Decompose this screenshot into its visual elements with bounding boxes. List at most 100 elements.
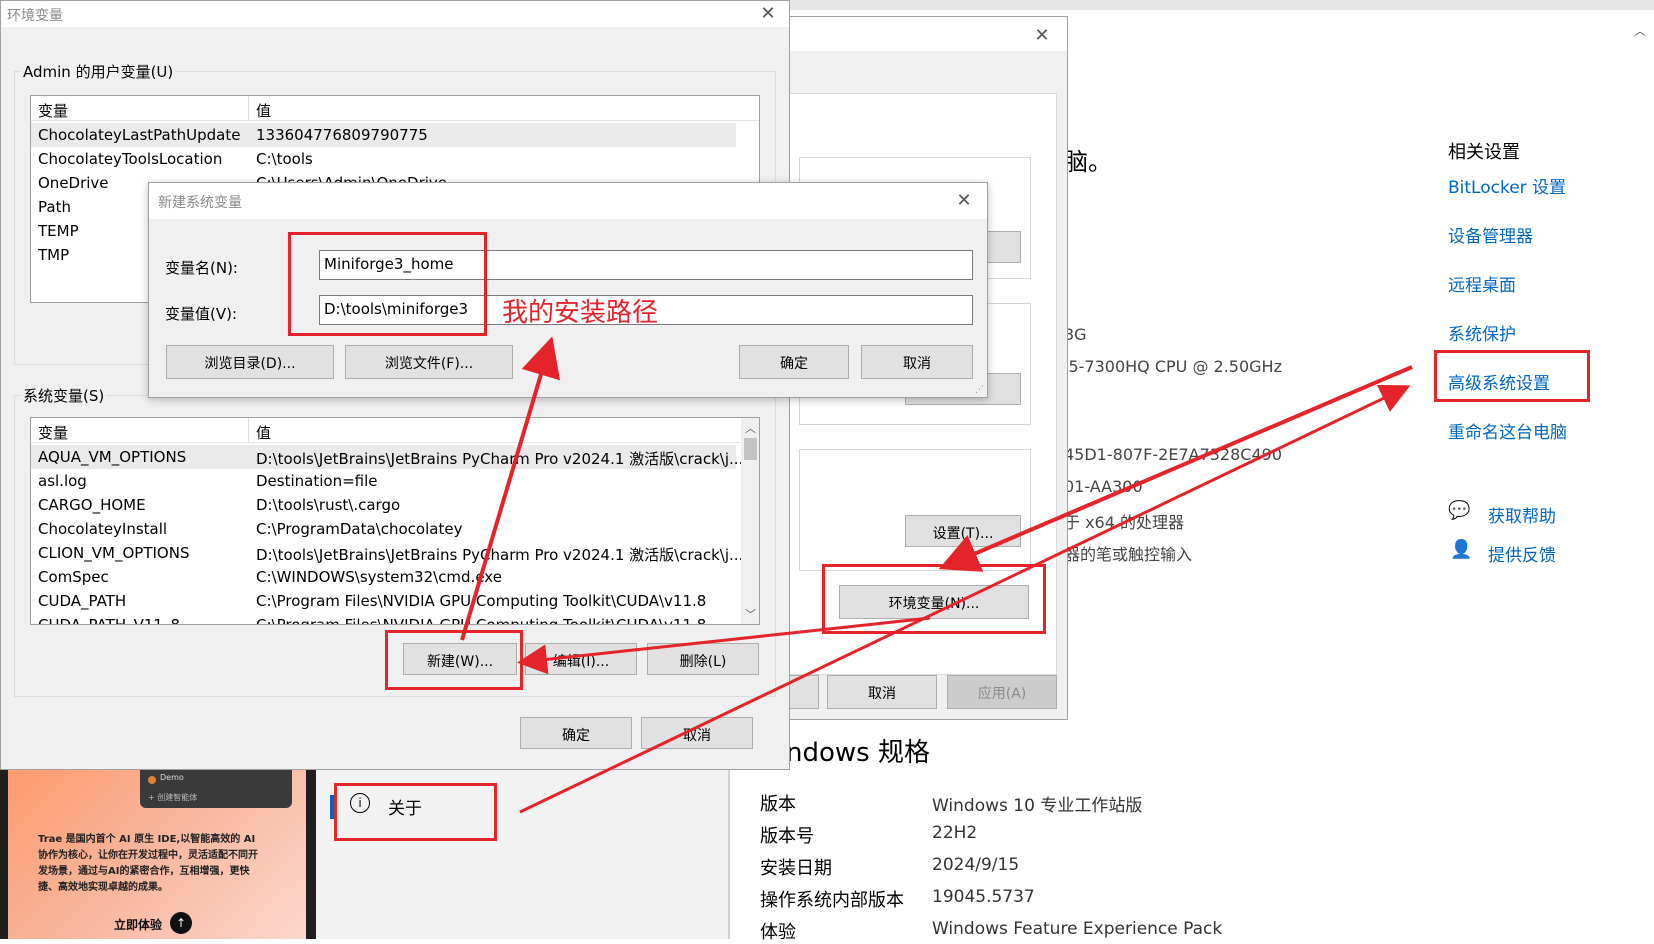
- startup-settings-button[interactable]: 设置(T)...: [905, 515, 1021, 547]
- cpu-value: i5-7300HQ CPU @ 2.50GHz: [1064, 357, 1282, 376]
- user-vars-group-label: Admin 的用户变量(U): [21, 61, 176, 82]
- demo-badge-text: Demo: [160, 773, 184, 782]
- demo-badge-dot: [148, 776, 156, 784]
- table-row[interactable]: asl.log Destination=file: [31, 469, 736, 493]
- feedback-link[interactable]: 提供反馈: [1488, 541, 1556, 566]
- annotation-box-about: [334, 783, 497, 841]
- var-value: C:\Program Files\NVIDIA GPU Computing To…: [256, 616, 707, 625]
- browse-directory-button[interactable]: 浏览目录(D)...: [166, 345, 334, 379]
- env-title: 环境变量: [7, 8, 63, 24]
- trae-ad-cta[interactable]: 立即体验 ↑: [112, 912, 194, 936]
- var-name: asl.log: [38, 472, 87, 490]
- system-protection-link[interactable]: 系统保护: [1448, 320, 1516, 345]
- install-path-note: 我的安装路径: [502, 298, 659, 328]
- var-name: OneDrive: [38, 174, 109, 192]
- env-titlebar: [1, 1, 789, 27]
- top-scrollbar-track: [790, 0, 1654, 10]
- close-icon[interactable]: ✕: [757, 3, 779, 25]
- table-row[interactable]: CUDA_PATH_V11_8 C:\Program Files\NVIDIA …: [31, 613, 736, 625]
- bitlocker-link[interactable]: BitLocker 设置: [1448, 173, 1566, 198]
- table-row[interactable]: ChocolateyToolsLocation C:\tools: [31, 147, 736, 171]
- system-vars-list[interactable]: 变量 值 AQUA_VM_OPTIONS D:\tools\JetBrains\…: [30, 417, 760, 625]
- var-name: ChocolateyInstall: [38, 520, 168, 538]
- var-value: 133604776809790775: [256, 126, 428, 144]
- delete-variable-button[interactable]: 删除(L): [647, 643, 759, 675]
- table-row[interactable]: ChocolateyLastPathUpdate 133604776809790…: [31, 123, 736, 147]
- var-value-label: 变量值(V):: [165, 305, 238, 323]
- spec-version-label: 版本号: [760, 826, 814, 847]
- col-separator: [248, 96, 249, 120]
- annotation-box-new-button: [385, 630, 523, 690]
- pen-touch-value: 器的笔或触控输入: [1064, 545, 1193, 564]
- var-name: ComSpec: [38, 568, 109, 586]
- spec-edition-value: Windows 10 专业工作站版: [932, 796, 1143, 816]
- user-vars-header: 变量 值: [31, 96, 759, 121]
- edit-variable-button[interactable]: 编辑(I)...: [525, 643, 637, 675]
- spec-build-value: 19045.5737: [932, 887, 1035, 907]
- new-var-cancel-button[interactable]: 取消: [861, 345, 973, 379]
- spec-experience-value: Windows Feature Experience Pack: [932, 919, 1223, 939]
- delete-variable-label: 删除(L): [679, 654, 727, 670]
- close-icon[interactable]: ✕: [1031, 25, 1053, 47]
- feedback-icon: 👤: [1450, 539, 1473, 560]
- var-name-label: 变量名(N):: [165, 259, 238, 277]
- var-name: ChocolateyLastPathUpdate: [38, 126, 241, 144]
- env-cancel-label: 取消: [683, 728, 711, 744]
- table-row[interactable]: AQUA_VM_OPTIONS D:\tools\JetBrains\JetBr…: [31, 445, 743, 469]
- env-cancel-button[interactable]: 取消: [641, 717, 753, 749]
- browse-file-label: 浏览文件(F)...: [384, 356, 474, 372]
- env-ok-button[interactable]: 确定: [520, 717, 632, 749]
- resize-grip-icon[interactable]: ⋰: [975, 385, 984, 395]
- remote-desktop-link[interactable]: 远程桌面: [1448, 271, 1516, 296]
- var-name: CUDA_PATH_V11_8: [38, 616, 181, 625]
- browse-file-button[interactable]: 浏览文件(F)...: [345, 345, 513, 379]
- sys-props-ok-stub[interactable]: [789, 675, 819, 709]
- system-type-value: 于 x64 的处理器: [1064, 513, 1185, 532]
- var-value: D:\tools\JetBrains\JetBrains PyCharm Pro…: [256, 450, 744, 468]
- chevron-up-icon[interactable]: ︿: [745, 420, 756, 436]
- startup-settings-label: 设置(T)...: [932, 526, 994, 542]
- env-ok-label: 确定: [562, 728, 590, 744]
- table-row[interactable]: CUDA_PATH C:\Program Files\NVIDIA GPU Co…: [31, 589, 736, 613]
- table-row[interactable]: CARGO_HOME D:\tools\rust\.cargo: [31, 493, 736, 517]
- trae-ad-dark-strip: [0, 768, 8, 939]
- table-row[interactable]: ChocolateyInstall C:\ProgramData\chocola…: [31, 517, 736, 541]
- col-header-value: 值: [256, 102, 272, 120]
- table-row[interactable]: ComSpec C:\WINDOWS\system32\cmd.exe: [31, 565, 736, 589]
- new-var-ok-button[interactable]: 确定: [739, 345, 849, 379]
- about-heading: 脑。: [1064, 148, 1112, 176]
- var-value: C:\WINDOWS\system32\cmd.exe: [256, 568, 502, 586]
- spec-build-label: 操作系统内部版本: [760, 890, 904, 911]
- new-var-cancel-label: 取消: [903, 356, 931, 372]
- chevron-down-icon[interactable]: ﹀: [745, 606, 756, 622]
- sys-props-cancel-button[interactable]: 取消: [827, 675, 937, 709]
- var-value: D:\tools\rust\.cargo: [256, 496, 401, 514]
- spec-install-date-value: 2024/9/15: [932, 855, 1020, 875]
- annotation-box-inputs: [288, 232, 487, 336]
- var-name: CLION_VM_OPTIONS: [38, 544, 190, 562]
- trae-cta-label: 立即体验: [114, 918, 163, 932]
- col-header-variable: 变量: [38, 102, 69, 120]
- table-row[interactable]: CLION_VM_OPTIONS D:\tools\JetBrains\JetB…: [31, 541, 743, 565]
- var-name: ChocolateyToolsLocation: [38, 150, 223, 168]
- sys-props-apply-button[interactable]: 应用(A): [947, 675, 1057, 709]
- var-name: TEMP: [38, 222, 79, 240]
- var-value: C:\ProgramData\chocolatey: [256, 520, 463, 538]
- close-icon[interactable]: ✕: [953, 190, 975, 212]
- var-name: AQUA_VM_OPTIONS: [38, 448, 187, 466]
- col-header-value: 值: [256, 424, 272, 442]
- scrollbar-thumb[interactable]: [744, 438, 757, 460]
- demo-sub-text: + 创建智能体: [148, 793, 198, 802]
- var-name: Path: [38, 198, 71, 216]
- spec-install-date-label: 安装日期: [760, 858, 832, 879]
- new-system-variable-dialog: 新建系统变量 ✕ 变量名(N): Miniforge3_home 变量值(V):…: [148, 182, 988, 398]
- chevron-up-icon[interactable]: ︿: [1634, 22, 1646, 39]
- system-vars-scrollbar[interactable]: ︿ ﹀: [741, 418, 759, 624]
- get-help-link[interactable]: 获取帮助: [1488, 502, 1556, 527]
- arrow-up-icon: ↑: [170, 912, 192, 934]
- var-value: D:\tools\JetBrains\JetBrains PyCharm Pro…: [256, 546, 744, 564]
- sys-props-cancel-label: 取消: [868, 686, 896, 702]
- device-manager-link[interactable]: 设备管理器: [1448, 222, 1533, 247]
- rename-pc-link[interactable]: 重命名这台电脑: [1448, 418, 1567, 443]
- edit-variable-label: 编辑(I)...: [552, 654, 610, 670]
